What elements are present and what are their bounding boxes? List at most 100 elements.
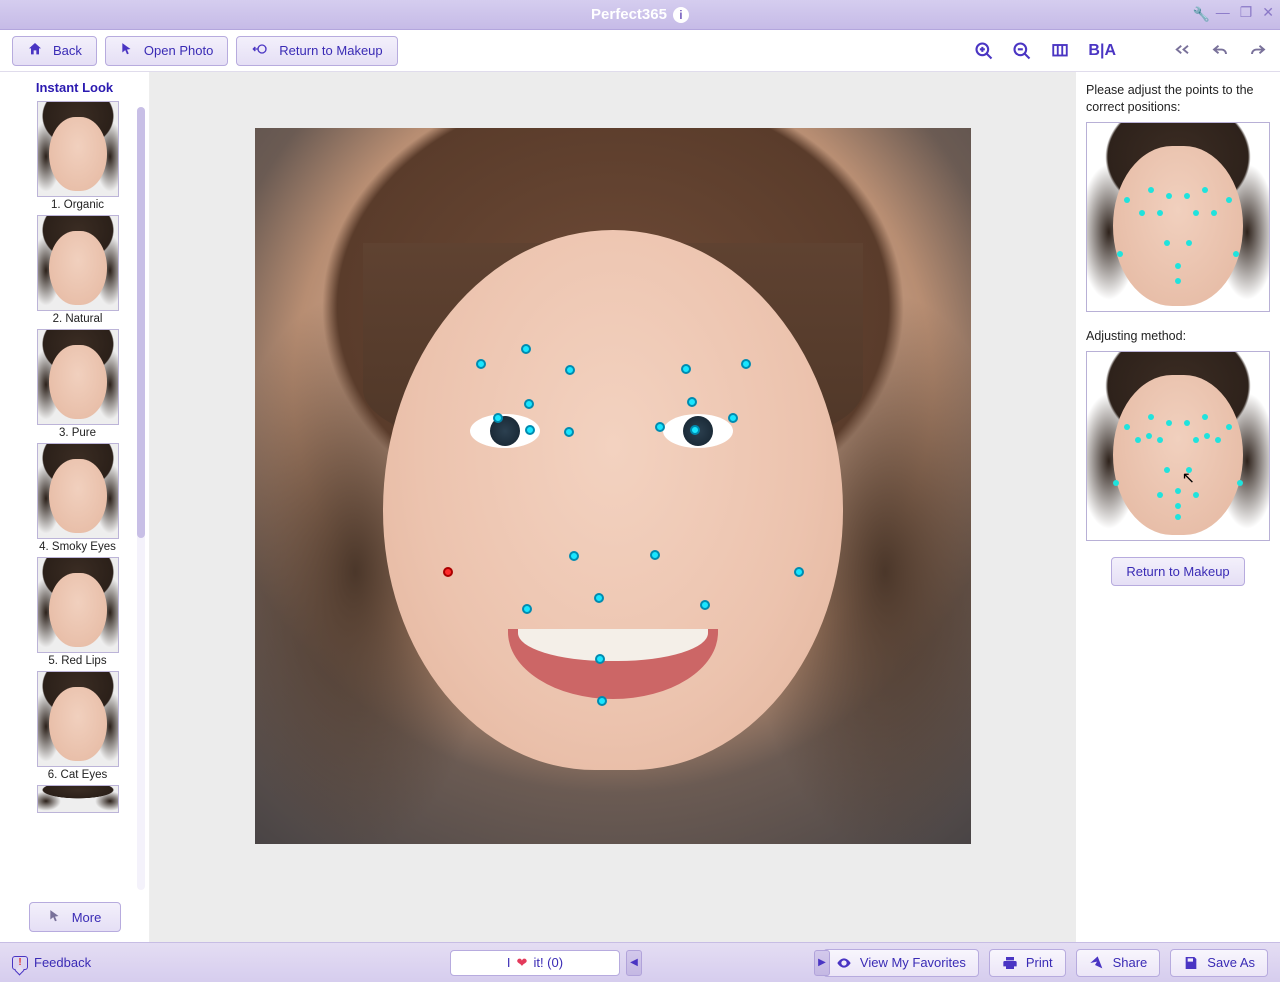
ref-keypoint	[1117, 251, 1123, 257]
maximize-button[interactable]: ❐	[1240, 4, 1253, 21]
return-to-makeup-side-label: Return to Makeup	[1126, 564, 1229, 579]
print-button[interactable]: Print	[989, 949, 1066, 977]
keypoint-mouth-mid[interactable]	[595, 654, 605, 664]
return-to-makeup-side-button[interactable]: Return to Makeup	[1111, 557, 1244, 586]
look-thumb	[37, 215, 119, 311]
cursor-icon	[120, 41, 134, 60]
keypoint-mouth-bottom[interactable]	[597, 696, 607, 706]
return-to-makeup-button[interactable]: Return to Makeup	[236, 36, 397, 66]
keypoint-left-eye-center[interactable]	[525, 425, 535, 435]
settings-wrench-icon[interactable]: 🔧	[1193, 6, 1210, 23]
close-button[interactable]: ✕	[1262, 4, 1274, 21]
keypoint-right-eye-center[interactable]	[690, 425, 700, 435]
look-item-6[interactable]: 6. Cat Eyes	[22, 671, 133, 781]
ref-keypoint	[1148, 414, 1154, 420]
ref-keypoint	[1164, 240, 1170, 246]
keypoint-mouth-left[interactable]	[522, 604, 532, 614]
main-photo[interactable]	[255, 128, 971, 844]
look-label: 4. Smoky Eyes	[22, 541, 133, 553]
view-favorites-button[interactable]: View My Favorites	[823, 949, 979, 977]
save-as-button[interactable]: Save As	[1170, 949, 1268, 977]
ref-keypoint	[1193, 492, 1199, 498]
canvas	[150, 72, 1076, 942]
ref-keypoint	[1135, 437, 1141, 443]
feedback-label: Feedback	[34, 955, 91, 970]
face-return-icon	[251, 41, 269, 60]
look-thumb	[37, 329, 119, 425]
love-it-button[interactable]: I ❤ it! (0)	[450, 950, 620, 976]
keypoint-right-eye-outer[interactable]	[728, 413, 738, 423]
zoom-in-icon[interactable]	[974, 41, 994, 61]
look-item-3[interactable]: 3. Pure	[22, 329, 133, 439]
app-title: Perfect365	[591, 6, 667, 23]
ref-keypoint	[1202, 187, 1208, 193]
feedback-icon: !	[12, 956, 28, 970]
keypoint-left-brow-inner[interactable]	[565, 365, 575, 375]
back-button[interactable]: Back	[12, 36, 97, 66]
keypoint-left-eye-top[interactable]	[524, 399, 534, 409]
method-image: ↖	[1086, 351, 1270, 541]
keypoint-mouth-top[interactable]	[594, 593, 604, 603]
keypoint-cheek-right[interactable]	[794, 567, 804, 577]
printer-icon	[1002, 955, 1018, 971]
look-item-1[interactable]: 1. Organic	[22, 101, 133, 211]
sidebar: Instant Look 1. Organic2. Natural 3. Pure…	[0, 72, 150, 942]
keypoint-cheek-left[interactable]	[443, 567, 453, 577]
undo-icon[interactable]	[1210, 42, 1230, 60]
eye-icon	[836, 955, 852, 971]
zoom-out-icon[interactable]	[1012, 41, 1032, 61]
home-icon	[27, 41, 43, 60]
keypoint-left-brow-outer[interactable]	[476, 359, 486, 369]
redo-icon[interactable]	[1248, 42, 1268, 60]
bottom-actions: View My Favorites Print Share Save As	[823, 949, 1268, 977]
keypoint-mouth-right[interactable]	[700, 600, 710, 610]
more-button[interactable]: More	[29, 902, 121, 932]
love-prefix: I	[507, 955, 511, 970]
undo-all-icon[interactable]	[1172, 42, 1192, 60]
before-after-icon[interactable]: B|A	[1088, 41, 1116, 61]
keypoint-right-brow-inner[interactable]	[681, 364, 691, 374]
ref-keypoint	[1146, 433, 1152, 439]
share-button[interactable]: Share	[1076, 949, 1161, 977]
feedback-button[interactable]: ! Feedback	[12, 955, 91, 970]
ref-keypoint	[1193, 437, 1199, 443]
sidebar-title: Instant Look	[0, 72, 149, 101]
more-arrow-icon	[48, 909, 62, 926]
look-item-5[interactable]: 5. Red Lips	[22, 557, 133, 667]
heart-icon: ❤	[517, 955, 528, 971]
keypoint-left-brow-mid[interactable]	[521, 344, 531, 354]
look-item-2[interactable]: 2. Natural	[22, 215, 133, 325]
keypoint-right-brow-outer[interactable]	[741, 359, 751, 369]
keypoint-nose-right[interactable]	[650, 550, 660, 560]
back-label: Back	[53, 43, 82, 58]
love-suffix: it! (0)	[533, 955, 563, 970]
look-label: 3. Pure	[22, 427, 133, 439]
minimize-button[interactable]: —	[1216, 4, 1230, 21]
look-thumb	[37, 443, 119, 539]
look-thumb	[37, 557, 119, 653]
reference-image	[1086, 122, 1270, 312]
ref-keypoint	[1233, 251, 1239, 257]
ref-keypoint	[1184, 193, 1190, 199]
ref-keypoint	[1211, 210, 1217, 216]
keypoint-right-eye-inner[interactable]	[655, 422, 665, 432]
titlebar: Perfect365 i 🔧 — ❐ ✕	[0, 0, 1280, 30]
keypoint-left-eye-inner[interactable]	[564, 427, 574, 437]
look-thumb	[37, 671, 119, 767]
sidebar-scrollbar[interactable]	[137, 107, 145, 890]
bottombar: ! Feedback I ❤ it! (0) ◀ ▶ View My Favor…	[0, 942, 1280, 982]
look-item-partial[interactable]	[22, 785, 133, 813]
app-title-area: Perfect365 i	[0, 6, 1280, 23]
ref-keypoint	[1186, 240, 1192, 246]
keypoint-right-eye-top[interactable]	[687, 397, 697, 407]
love-prev-button[interactable]: ◀	[626, 950, 642, 976]
info-icon[interactable]: i	[673, 7, 689, 23]
open-photo-button[interactable]: Open Photo	[105, 36, 228, 66]
keypoint-nose-left[interactable]	[569, 551, 579, 561]
fit-screen-icon[interactable]	[1050, 41, 1070, 61]
keypoint-left-eye-outer[interactable]	[493, 413, 503, 423]
ref-keypoint	[1175, 278, 1181, 284]
love-next-button[interactable]: ▶	[814, 950, 830, 976]
look-item-4[interactable]: 4. Smoky Eyes	[22, 443, 133, 553]
print-label: Print	[1026, 955, 1053, 970]
